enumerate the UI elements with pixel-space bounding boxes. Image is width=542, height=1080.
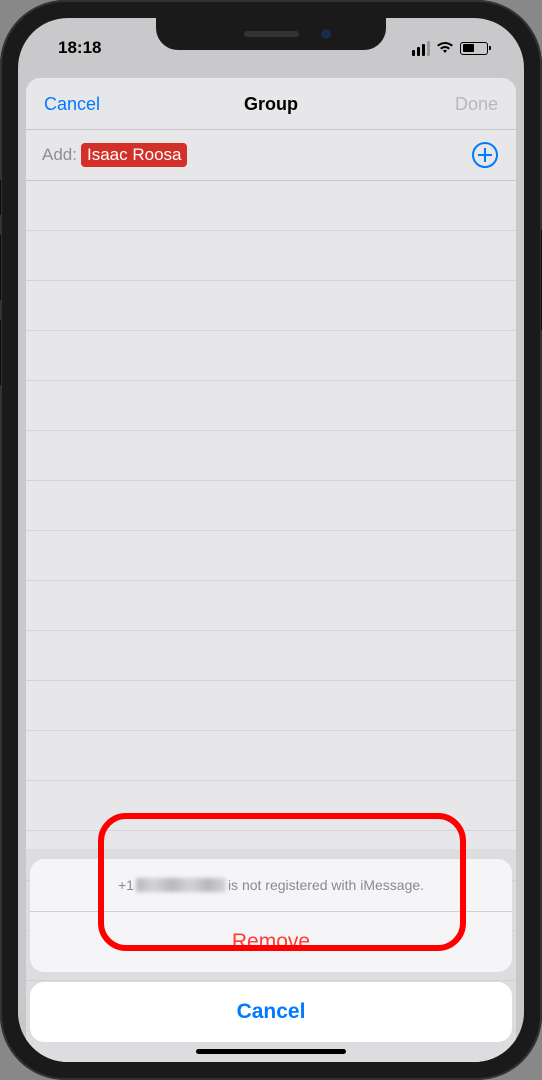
speaker-grille [244,31,299,37]
modal-header: Cancel Group Done [26,78,516,129]
redacted-phone-number [136,878,226,892]
add-contact-button[interactable] [470,140,500,170]
silence-switch [0,180,1,215]
modal-title: Group [244,94,298,115]
contact-chip[interactable]: Isaac Roosa [81,143,188,167]
add-label: Add: [42,145,77,165]
front-camera [321,29,331,39]
add-contact-row[interactable]: Add: Isaac Roosa [26,129,516,181]
battery-icon [460,42,488,55]
volume-down-button [0,320,1,385]
screen: 18:18 Cancel Group Done Add: [18,18,524,1062]
plus-circle-icon [472,142,498,168]
action-sheet-cancel-button[interactable]: Cancel [30,982,512,1042]
action-sheet-message: +1 is not registered with iMessage. [30,859,512,912]
cancel-button[interactable]: Cancel [44,94,114,115]
done-button[interactable]: Done [428,94,498,115]
volume-up-button [0,235,1,300]
notch [156,18,386,50]
home-indicator[interactable] [196,1049,346,1054]
iphone-device-frame: 18:18 Cancel Group Done Add: [0,0,542,1080]
wifi-icon [436,41,454,55]
message-suffix: is not registered with iMessage. [228,877,424,893]
status-time: 18:18 [46,38,101,58]
message-prefix: +1 [118,877,134,893]
action-sheet-group: +1 is not registered with iMessage. Remo… [30,859,512,972]
status-icons [412,41,496,56]
cellular-signal-icon [412,41,430,56]
action-sheet: +1 is not registered with iMessage. Remo… [18,849,524,1062]
remove-button[interactable]: Remove [30,912,512,972]
